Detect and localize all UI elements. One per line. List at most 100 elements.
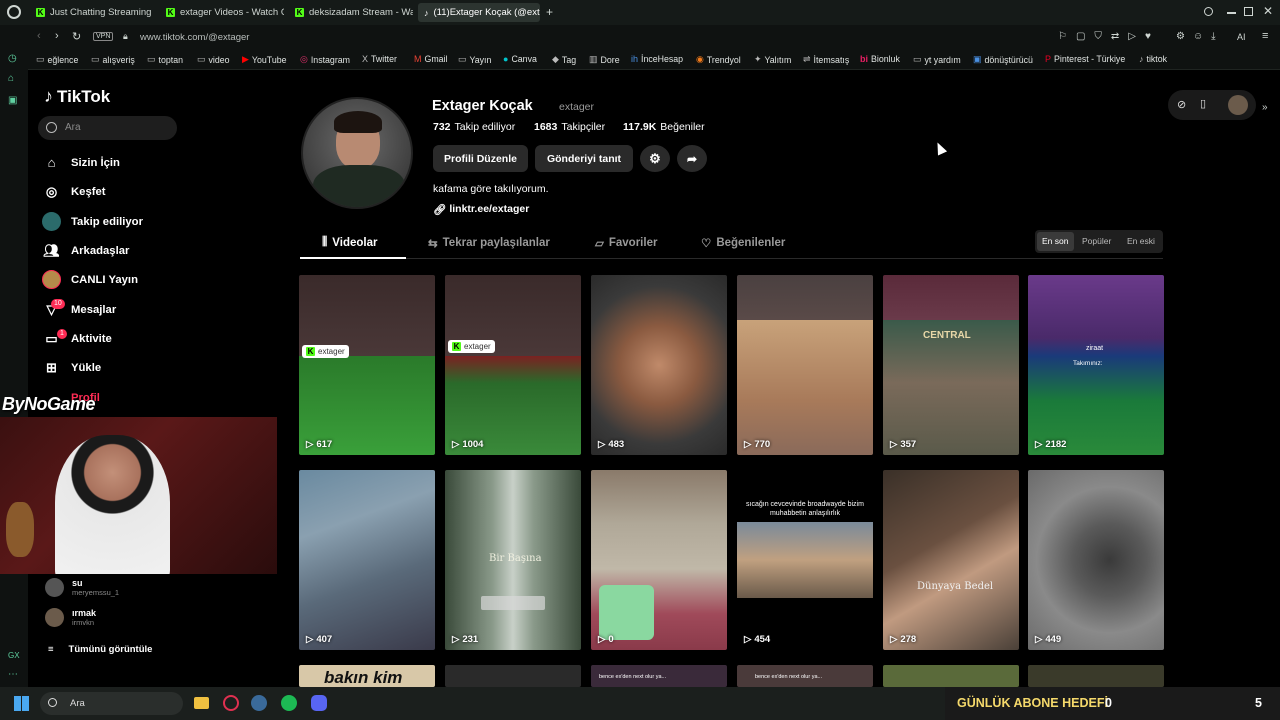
friend-item[interactable]: su meryemssu_1 bbox=[45, 578, 119, 597]
bookmark-canva[interactable]: ● Canva bbox=[503, 54, 537, 64]
video-thumbnail[interactable] bbox=[1028, 665, 1164, 687]
sidebar-item-explore[interactable]: ◎ Keşfet bbox=[42, 182, 106, 201]
bookmarks-overflow-icon[interactable]: » bbox=[1262, 102, 1268, 113]
edit-profile-button[interactable]: Profili Düzenle bbox=[433, 145, 528, 172]
video-thumbnail[interactable]: Kextager ▷ 617 bbox=[299, 275, 435, 455]
menu-icon[interactable]: ≡ bbox=[1262, 30, 1268, 42]
profile-link[interactable]: 🔗︎ linktr.ee/extager bbox=[433, 203, 529, 216]
bookmark-tag[interactable]: ◆ Tag bbox=[552, 54, 576, 65]
browser-tab[interactable]: Kextager Videos - Watch On bbox=[160, 3, 284, 22]
bookmark-yayin[interactable]: ▭ Yayın bbox=[458, 54, 491, 65]
sidebar-item-upload[interactable]: ⊞ Yükle bbox=[42, 358, 101, 377]
vpn-badge[interactable]: VPN bbox=[93, 32, 114, 41]
search-tabs-icon[interactable] bbox=[1204, 7, 1213, 16]
tab-reposts[interactable]: ⇆ Tekrar paylaşılanlar bbox=[428, 236, 550, 250]
video-thumbnail[interactable]: ▷ 407 bbox=[299, 470, 435, 650]
coins-icon[interactable]: ⊘ bbox=[1177, 98, 1186, 111]
reload-icon[interactable]: ↻ bbox=[72, 30, 81, 43]
tab-liked[interactable]: ♡ Beğenilenler bbox=[701, 236, 785, 250]
browser-tab[interactable]: K Just Chatting Streaming - bbox=[30, 3, 154, 22]
settings-button[interactable]: ⚙ bbox=[640, 145, 670, 172]
discord-icon[interactable] bbox=[311, 695, 327, 711]
bookmark-yt-yardim[interactable]: ▭ yt yardım bbox=[913, 54, 961, 65]
bookmark-donusturucu[interactable]: ▣ dönüştürücü bbox=[973, 54, 1033, 65]
browser-tab-active[interactable]: ♪ (11)Extager Koçak (@extag bbox=[418, 3, 540, 22]
back-icon[interactable]: ‹ bbox=[37, 30, 41, 42]
video-thumbnail[interactable] bbox=[445, 665, 581, 687]
more-icon[interactable]: ⋯ bbox=[8, 669, 18, 680]
sort-popular[interactable]: Popüler bbox=[1082, 236, 1111, 246]
share-button[interactable]: ➦ bbox=[677, 145, 707, 172]
steam-icon[interactable] bbox=[251, 695, 267, 711]
sidebar-item-live[interactable]: CANLI Yayın bbox=[42, 270, 138, 289]
bookmark-gmail[interactable]: M Gmail bbox=[414, 54, 447, 64]
bookmark-video[interactable]: ▭ video bbox=[197, 54, 230, 65]
bookmark-eglence[interactable]: ▭ eğlence bbox=[36, 54, 78, 65]
browser-tab[interactable]: Kdeksizadam Stream - Watc bbox=[289, 3, 413, 22]
bookmark-pinterest[interactable]: P Pinterest - Türkiye bbox=[1045, 54, 1125, 64]
bookmark-alisveris[interactable]: ▭ alışveriş bbox=[91, 54, 135, 65]
sidebar-search-input[interactable]: Ara bbox=[38, 116, 177, 140]
video-thumbnail[interactable]: CENTRAL ▷ 357 bbox=[883, 275, 1019, 455]
wallet-icon[interactable]: ▣ bbox=[8, 95, 17, 106]
video-thumbnail[interactable]: Kextager ▷ 1004 bbox=[445, 275, 581, 455]
tiktok-logo[interactable]: ♪ TikTok bbox=[44, 86, 110, 107]
sort-oldest[interactable]: En eski bbox=[1127, 236, 1155, 246]
bookmark-twitter[interactable]: X Twitter bbox=[362, 54, 397, 64]
tab-favorites[interactable]: ▱ Favoriler bbox=[595, 236, 657, 250]
user-avatar[interactable] bbox=[1228, 95, 1248, 115]
friend-item[interactable]: ırmak irmvkn bbox=[45, 608, 96, 627]
extensions-icon[interactable]: ⚙☺⤓ bbox=[1176, 31, 1224, 42]
sidebar-item-friends[interactable]: 👥︎ Arkadaşlar bbox=[42, 241, 129, 260]
video-thumbnail[interactable]: bence ex'den next olur ya... bbox=[737, 665, 873, 687]
messenger-icon[interactable]: ⌂ bbox=[8, 73, 14, 84]
bookmark-instagram[interactable]: ◎ Instagram bbox=[300, 54, 350, 65]
tab-videos[interactable]: ⫼ Videolar bbox=[322, 236, 377, 249]
url-field[interactable]: www.tiktok.com/@extager bbox=[140, 32, 249, 43]
windows-start-icon[interactable] bbox=[14, 696, 29, 711]
bookmark-yalitim[interactable]: ✦ Yalıtım bbox=[754, 54, 791, 65]
promote-post-button[interactable]: Gönderiyi tanıt bbox=[535, 145, 633, 172]
device-icon[interactable]: ▯ bbox=[1200, 97, 1206, 110]
video-thumbnail[interactable]: Dünyaya Bedel ▷ 278 bbox=[883, 470, 1019, 650]
video-thumbnail[interactable] bbox=[883, 665, 1019, 687]
sidebar-item-following[interactable]: Takip ediliyor bbox=[42, 212, 143, 231]
gx-icon[interactable]: GX bbox=[8, 651, 20, 660]
bookmark-trendyol[interactable]: ◉ Trendyol bbox=[696, 54, 741, 65]
ai-button[interactable]: AI bbox=[1237, 32, 1246, 42]
video-thumbnail[interactable]: ▷ 449 bbox=[1028, 470, 1164, 650]
opera-gx-icon[interactable] bbox=[223, 695, 239, 711]
video-thumbnail[interactable]: Bir Başına ▷ 231 bbox=[445, 470, 581, 650]
minimize-icon[interactable] bbox=[1227, 12, 1236, 14]
taskbar-search[interactable]: Ara bbox=[40, 692, 183, 715]
bookmark-dore[interactable]: ▥ Dore bbox=[589, 54, 620, 65]
opera-logo-icon[interactable] bbox=[7, 5, 21, 19]
forward-icon[interactable]: › bbox=[55, 30, 59, 42]
profile-avatar[interactable] bbox=[301, 97, 413, 209]
close-icon[interactable]: ✕ bbox=[1263, 4, 1273, 18]
followers-stat[interactable]: 1683 Takipçiler bbox=[534, 121, 605, 133]
video-thumbnail[interactable]: bence ex'den next olur ya... bbox=[591, 665, 727, 687]
bookmark-itemsatis[interactable]: ⇌ İtemsatış bbox=[803, 54, 849, 65]
new-tab-button[interactable]: + bbox=[546, 5, 553, 19]
video-thumbnail[interactable]: ▷ 770 bbox=[737, 275, 873, 455]
following-stat[interactable]: 732 Takip ediliyor bbox=[433, 121, 515, 133]
video-thumbnail[interactable]: ▷ 0 bbox=[591, 470, 727, 650]
restore-icon[interactable] bbox=[1244, 7, 1253, 16]
video-thumbnail[interactable]: sıcağın cevcevinde broadwayde bizim muha… bbox=[737, 470, 873, 650]
history-icon[interactable]: ◷ bbox=[8, 53, 17, 64]
file-explorer-icon[interactable] bbox=[194, 697, 209, 709]
video-thumbnail[interactable]: ziraat Takımınız: ▷ 2182 bbox=[1028, 275, 1164, 455]
bookmark-youtube[interactable]: ▶ YouTube bbox=[242, 54, 287, 65]
extension-icons[interactable]: ⚐▢⛉⇄▷♥ bbox=[1058, 31, 1160, 42]
video-thumbnail[interactable]: ▷ 483 bbox=[591, 275, 727, 455]
sidebar-item-for-you[interactable]: ⌂ Sizin İçin bbox=[42, 153, 120, 172]
bookmark-bionluk[interactable]: bi Bionluk bbox=[860, 54, 900, 64]
bookmark-incehesap[interactable]: ih İnceHesap bbox=[631, 54, 683, 64]
video-thumbnail[interactable]: bakın kim bbox=[299, 665, 435, 687]
sort-latest[interactable]: En son bbox=[1042, 236, 1068, 246]
see-all-link[interactable]: ≡ Tümünü görüntüle bbox=[48, 644, 152, 655]
sidebar-item-activity[interactable]: ▭ Aktivite bbox=[42, 329, 111, 348]
spotify-icon[interactable] bbox=[281, 695, 297, 711]
bookmark-toptan[interactable]: ▭ toptan bbox=[147, 54, 183, 65]
